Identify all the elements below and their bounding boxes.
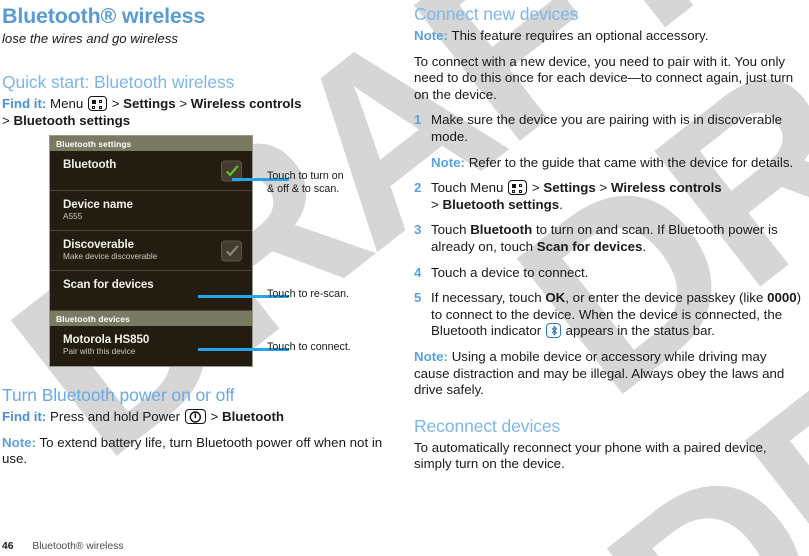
row-title: Discoverable [63, 238, 134, 252]
emphasis-scan-for-devices: Scan for devices [536, 238, 643, 254]
connect-note: Note: This feature requires an optional … [414, 28, 805, 45]
step-tail: . [642, 238, 647, 254]
footer-chapter: Bluetooth® wireless [32, 541, 124, 552]
callout-scan: Touch to re-scan. [267, 288, 349, 300]
section-heading-connect-new-devices: Connect new devices [414, 4, 579, 24]
reconnect-body: To automatically reconnect your phone wi… [414, 439, 767, 472]
path-separator: > [179, 96, 188, 111]
step-number: 1 [414, 112, 422, 128]
row-title: Scan for devices [63, 278, 154, 292]
emphasis-ok: OK [545, 290, 566, 306]
step-text: Make sure the device you are pairing wit… [431, 112, 783, 144]
connect-intro: To connect with a new device, you need t… [414, 53, 794, 102]
note-label: Note: [414, 28, 448, 43]
path-wireless-controls: Wireless controls [190, 96, 302, 111]
step-1: 1 Make sure the device you are pairing w… [414, 112, 805, 171]
find-it-label: Find it: [2, 96, 47, 111]
row-title: Device name [63, 198, 133, 212]
connect-steps-list: 1 Make sure the device you are pairing w… [414, 112, 805, 340]
power-find-it: Find it: Press and hold Power > Bluetoot… [2, 409, 384, 426]
path-bluetooth-settings: Bluetooth settings [13, 112, 131, 128]
power-button-icon [184, 409, 206, 425]
step-text-pre: Touch [431, 222, 467, 238]
row-title: Motorola HS850 [63, 333, 150, 347]
note-text: To extend battery life, turn Bluetooth p… [2, 434, 383, 467]
step-text-pre: Touch Menu [431, 180, 504, 196]
driving-note: Note: Using a mobile device or accessory… [414, 349, 805, 399]
find-it-pre: Press and hold Power [50, 409, 181, 425]
settings-row-discoverable[interactable]: Discoverable Make device discoverable [50, 231, 252, 272]
menu-grid-icon [508, 180, 528, 196]
step-3: 3 Touch Bluetooth to turn on and scan. I… [414, 222, 805, 255]
settings-row-bluetooth[interactable]: Bluetooth [50, 151, 252, 192]
right-column: Connect new devices Note: This feature r… [414, 0, 809, 482]
path-bluetooth: Bluetooth [221, 409, 285, 425]
path-settings: Settings [123, 96, 176, 111]
row-title: Bluetooth [63, 158, 117, 172]
callout-bluetooth-toggle: Touch to turn on & off & to scan. [267, 170, 344, 195]
section-heading-power: Turn Bluetooth power on or off [2, 385, 235, 406]
section-heading-quick-start: Quick start: Bluetooth wireless [2, 72, 235, 92]
phone-screenshot: Bluetooth settings Bluetooth Device name… [49, 135, 253, 368]
path-settings: Settings [543, 180, 596, 196]
settings-row-scan-for-devices[interactable]: Scan for devices [50, 271, 252, 312]
path-separator: > [210, 409, 219, 425]
note-label: Note: [431, 154, 465, 170]
note-text: Using a mobile device or accessory while… [414, 348, 785, 398]
page-subtitle: lose the wires and go wireless [2, 31, 178, 46]
discoverable-checkbox[interactable] [221, 240, 242, 262]
quick-start-find-it: Find it: Menu > Settings > Wireless cont… [2, 96, 384, 129]
path-separator: > [599, 180, 608, 196]
row-subtitle: Make device discoverable [63, 252, 158, 262]
bluetooth-indicator-icon [545, 323, 561, 339]
path-separator: > [531, 180, 540, 196]
step-number: 5 [414, 290, 422, 306]
page-title: Bluetooth® wireless [2, 4, 206, 28]
note-text: This feature requires an optional access… [451, 28, 709, 43]
step-2: 2 Touch Menu > Settings > Wireless contr… [414, 180, 805, 213]
settings-row-device-name[interactable]: Device name A555 [50, 191, 252, 232]
step-number: 4 [414, 264, 422, 280]
power-note: Note: To extend battery life, turn Bluet… [2, 435, 384, 468]
find-it-pre: Menu [50, 96, 84, 111]
screen-title-bar: Bluetooth settings [50, 136, 252, 152]
step-text-pre: If necessary, touch [431, 290, 542, 306]
find-it-label: Find it: [2, 409, 47, 425]
step-text: Touch a device to connect. [431, 264, 589, 280]
path-bluetooth-settings: Bluetooth settings [442, 196, 560, 212]
section-heading-reconnect-devices: Reconnect devices [414, 415, 561, 436]
note-label: Note: [2, 434, 36, 450]
note-text: Refer to the guide that came with the de… [468, 154, 794, 170]
left-column: Bluetooth® wireless lose the wires and g… [0, 0, 392, 477]
path-wireless-controls: Wireless controls [610, 180, 722, 196]
page-footer: 46 Bluetooth® wireless [2, 541, 124, 552]
step-number: 3 [414, 222, 422, 238]
device-row-motorola-hs850[interactable]: Motorola HS850 Pair with this device [50, 326, 252, 366]
path-separator: > [2, 112, 10, 128]
step-text-mid: , or enter the device passkey (like [565, 290, 764, 306]
menu-grid-icon [87, 96, 107, 111]
page-root: DRAFT DRAFT DRAFT Bluetooth® wireless lo… [0, 0, 809, 556]
path-separator: > [431, 196, 439, 212]
step-4: 4 Touch a device to connect. [414, 265, 805, 282]
callout-connect: Touch to connect. [267, 341, 351, 353]
note-label: Note: [414, 348, 448, 364]
bluetooth-settings-screen: Bluetooth settings Bluetooth Device name… [49, 135, 253, 368]
step-5: 5 If necessary, touch OK, or enter the d… [414, 290, 805, 340]
emphasis-bluetooth: Bluetooth [470, 222, 533, 238]
step-number: 2 [414, 180, 422, 196]
step-1-note: Note: Refer to the guide that came with … [431, 155, 805, 172]
footer-page-number: 46 [2, 541, 14, 552]
emphasis-passkey: 0000 [767, 290, 797, 306]
step-tail: . [559, 196, 563, 212]
devices-section-bar: Bluetooth devices [50, 311, 252, 327]
row-subtitle: A555 [63, 212, 83, 222]
step-tail: appears in the status bar. [565, 323, 715, 339]
path-separator: > [111, 96, 120, 111]
